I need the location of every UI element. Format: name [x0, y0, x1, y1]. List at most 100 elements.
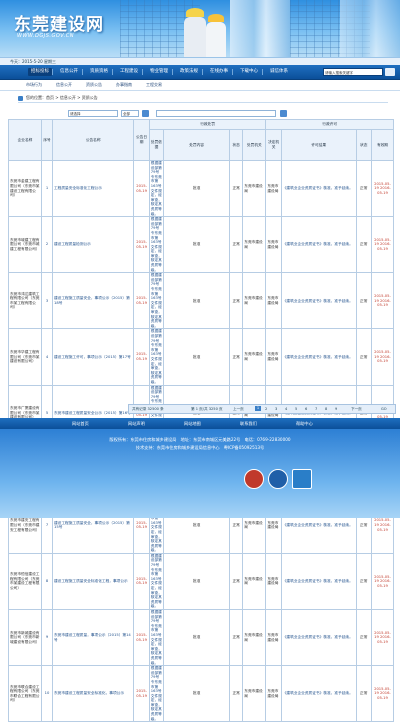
result-cell: 《建筑业企业资质证书》核准，准予延续。 — [280, 328, 357, 386]
subnav-item[interactable]: 工程交易 — [146, 82, 162, 88]
footer-link[interactable]: 网站地图 — [184, 421, 201, 427]
subnav-item[interactable]: 市场行为 — [26, 82, 42, 88]
col-header-group: 行政许可 — [265, 119, 394, 130]
page-number[interactable]: 3 — [275, 405, 277, 413]
case-title-link[interactable]: 建设工程施工许可，事项公示（2015）第17号 — [51, 328, 135, 386]
org-cell: 东莞市建设局 — [242, 328, 267, 386]
page-number[interactable]: 5 — [295, 405, 297, 413]
company-name-cell: 东莞市华建工程有限公司（东莞市某建设有限公司） — [8, 328, 42, 386]
footer-copyright: 版权所有：东莞市住房和城乡建设局 地址：东莞市南城区元美路22号 电话：0769… — [109, 437, 291, 442]
col-header: 处罚依据 — [148, 129, 165, 161]
table-row[interactable]: 东莞市城建工程有限公司（东莞市城建工程有限公司） 2 建设工程质量检测公示 2015-… — [8, 216, 395, 274]
page-number[interactable]: 4 — [285, 405, 287, 413]
nav-item[interactable]: 在线办事 — [210, 68, 228, 76]
site-url: WWW.DGJS.GOV.CN — [17, 33, 74, 39]
status-cell: 正常 — [355, 608, 372, 667]
police-badge-icon[interactable] — [268, 469, 288, 489]
company-name-cell: 东莞市鸿达建筑工程有限公司（东莞市某工程有限公司） — [8, 272, 42, 330]
status-cell: 正常 — [355, 328, 372, 386]
col-header: 状态 — [229, 129, 244, 161]
page-number[interactable]: 6 — [305, 405, 307, 413]
page-number[interactable]: 8 — [325, 405, 327, 413]
nav-item[interactable]: 物业管理 — [150, 68, 168, 76]
date-cell: 2015-05-19 — [133, 216, 150, 274]
footer-link[interactable]: 帮助中心 — [296, 421, 313, 427]
org-cell: 东莞市建设局 — [242, 272, 267, 330]
nav-item[interactable]: 资质资格 — [90, 68, 108, 76]
row-index-cell: 1 — [41, 159, 53, 218]
footer-link[interactable]: 联系我们 — [240, 421, 257, 427]
content-cell: 批准 — [163, 608, 231, 667]
company-name-cell: 东莞市联合建设工程有限公司（东莞市联合工程有限公司） — [8, 665, 42, 722]
nav-item[interactable]: 工程建设 — [120, 68, 138, 76]
result-cell: 《建筑业企业资质证书》核准，准予延续。 — [280, 665, 357, 722]
table-row[interactable]: 东莞市金建工程有限公司（东莞市某建设工程有限公司） 1 工程质量安全标准化工程公示 2… — [8, 159, 395, 218]
basis-cell: 根据建设部第79号令东莞市第163号文件规定，经审查，核定其资质等级。 — [148, 665, 165, 722]
hardhat-image — [186, 8, 204, 17]
row-index-cell: 10 — [41, 665, 53, 722]
case-title-link[interactable]: 东莞市建设工程质量安全标准化，事项公示 — [51, 665, 135, 722]
search-button[interactable] — [385, 68, 395, 76]
search-icon[interactable] — [142, 110, 149, 117]
filter-select[interactable]: 全部 — [121, 110, 139, 117]
subnav-item[interactable]: 办事指南 — [116, 82, 132, 88]
page-number[interactable]: 7 — [315, 405, 317, 413]
home-icon — [18, 95, 23, 101]
basis-cell: 根据建设部第79号令东莞市第163号文件规定，经审查，核定其资质等级。 — [148, 159, 165, 218]
content-cell: 批准 — [163, 552, 231, 611]
authority-cell: 东莞市建设局 — [265, 272, 282, 330]
content-cell: 批准 — [163, 216, 231, 274]
case-title-link[interactable]: 东莞市建设工程质量，事项公示（2015）第14号 — [51, 608, 135, 667]
go-button[interactable]: GO — [381, 405, 387, 413]
company-name-cell: 东莞市新城建设有限公司（东莞市新城建设有限公司） — [8, 608, 42, 667]
org-cell: 东莞市建设局 — [242, 665, 267, 722]
breadcrumb-text: 您的位置：首页 > 信息公开 > 资质公告 — [26, 95, 98, 100]
col-header: 序号 — [41, 119, 53, 161]
search-input[interactable]: 请输入搜索关键字 — [323, 68, 383, 76]
subnav-item[interactable]: 信息公开 — [56, 82, 72, 88]
col-header: 许可结果 — [280, 129, 357, 161]
col-header: 状态 — [355, 129, 372, 161]
cert-badge-icon[interactable] — [292, 469, 312, 489]
table-row[interactable]: 东莞市恒信建设工程有限公司（东莞市某建设工程有限公司） 8 建设工程施工质量安全标准… — [8, 552, 395, 611]
subnav-item[interactable]: 资质公告 — [86, 82, 102, 88]
case-title-link[interactable]: 建设工程质量检测公示 — [51, 216, 135, 274]
validity-cell: 2015-05-19 2016-05-19 — [370, 552, 395, 611]
site-logo[interactable]: 东莞建设网 — [14, 10, 104, 35]
footer-link[interactable]: 网站声明 — [128, 421, 145, 427]
row-index-cell: 8 — [41, 552, 53, 611]
table-row[interactable]: 东莞市鸿达建筑工程有限公司（东莞市某工程有限公司） 3 建设工程施工质量安全，事项公… — [8, 272, 395, 330]
breadcrumb: 您的位置：首页 > 信息公开 > 资质公告 — [18, 93, 388, 103]
table-row[interactable]: 东莞市新城建设有限公司（东莞市新城建设有限公司） 9 东莞市建设工程质量，事项公示（… — [8, 608, 395, 667]
nav-item[interactable]: 下载中心 — [240, 68, 258, 76]
nav-item[interactable]: 诚信体系 — [270, 68, 288, 76]
case-title-link[interactable]: 建设工程施工质量安全，事项公示（2015）第18号 — [51, 272, 135, 330]
validity-cell: 2015-05-19 2016-05-19 — [370, 216, 395, 274]
footer-link[interactable]: 网站首页 — [72, 421, 89, 427]
nav-item[interactable]: 政策法规 — [180, 68, 198, 76]
page-number-current[interactable]: 1 — [255, 406, 261, 411]
table-row[interactable]: 东莞市联合建设工程有限公司（东莞市联合工程有限公司） 10 东莞市建设工程质量安全标… — [8, 665, 395, 722]
page-number[interactable]: 9 — [335, 405, 337, 413]
government-badge-icon[interactable] — [244, 469, 264, 489]
nav-separator — [172, 69, 173, 75]
keyword-input[interactable] — [156, 110, 276, 117]
status-cell: 正常 — [229, 665, 244, 722]
nav-item[interactable]: 招标投标 — [28, 68, 52, 76]
filter-select[interactable]: 请选择 — [68, 110, 118, 117]
next-page-button[interactable]: 下一页 — [351, 405, 362, 413]
validity-cell: 2015-05-19 2016-05-19 — [370, 665, 395, 722]
table-row[interactable]: 东莞市华建工程有限公司（东莞市某建设有限公司） 4 建设工程施工许可，事项公示（20… — [8, 328, 395, 386]
content-cell: 批准 — [163, 272, 231, 330]
date-cell: 2015-05-19 — [133, 328, 150, 386]
case-title-link[interactable]: 工程质量安全标准化工程公示 — [51, 159, 135, 218]
page-info: 第 1 页/共 3250 页 — [191, 407, 223, 411]
search-icon[interactable] — [280, 110, 287, 117]
page-number[interactable]: 2 — [265, 405, 267, 413]
authority-cell: 东莞市建设局 — [265, 608, 282, 667]
nav-item[interactable]: 信息公开 — [60, 68, 78, 76]
prev-page-button[interactable]: 上一页 — [233, 405, 244, 413]
validity-cell: 2015-05-19 2016-05-19 — [370, 328, 395, 386]
status-cell: 正常 — [229, 216, 244, 274]
case-title-link[interactable]: 建设工程施工质量安全标准化工程，事项公示 — [51, 552, 135, 611]
